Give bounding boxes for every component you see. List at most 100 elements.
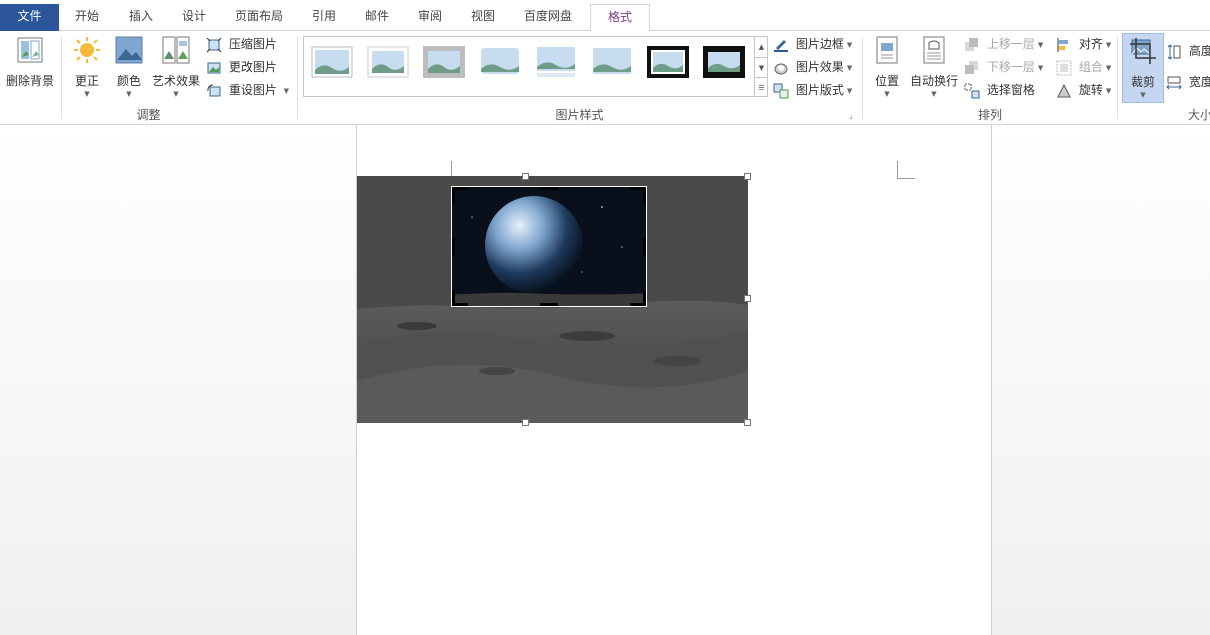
group-label: 组合 bbox=[1078, 60, 1103, 74]
resize-handle-right[interactable] bbox=[744, 295, 751, 302]
change-picture-label: 更改图片 bbox=[228, 60, 277, 74]
remove-background-icon bbox=[17, 37, 43, 63]
rotate-button[interactable]: 旋转 ▼ bbox=[1056, 80, 1111, 100]
align-label: 对齐 bbox=[1078, 37, 1103, 51]
send-backward-button[interactable]: 下移一层 ▼ bbox=[964, 57, 1043, 77]
style-thumbnail-3[interactable] bbox=[422, 45, 466, 79]
resize-handle-top-right[interactable] bbox=[744, 173, 751, 180]
group-label-size: 大小 bbox=[1188, 108, 1210, 122]
corrections-button[interactable]: 更正 ▼ bbox=[70, 35, 104, 99]
ribbon-tab-bar: 文件 开始 插入 设计 页面布局 引用 邮件 审阅 视图 百度网盘 格式 bbox=[0, 0, 1210, 32]
gallery-scroll-down[interactable]: ▼ bbox=[754, 57, 768, 77]
gallery-scroll-up[interactable]: ▲ bbox=[754, 37, 768, 57]
resize-handle-bottom-right[interactable] bbox=[744, 419, 751, 426]
chevron-down-icon: ▼ bbox=[126, 90, 132, 98]
crop-handle-top-left[interactable] bbox=[452, 187, 455, 203]
crop-handle-bottom-right[interactable] bbox=[643, 290, 646, 306]
tab-mailings[interactable]: 邮件 bbox=[354, 4, 400, 30]
style-thumbnail-7[interactable] bbox=[646, 45, 690, 79]
position-button[interactable]: 位置 ▼ bbox=[869, 35, 905, 99]
picture-styles-gallery: ▲ ▼ ☰ bbox=[303, 36, 768, 97]
dialog-launcher-icon[interactable]: ⌟ bbox=[849, 111, 853, 120]
remove-background-label: 删除背景 bbox=[5, 74, 54, 88]
chevron-down-icon: ▼ bbox=[931, 90, 937, 98]
align-button[interactable]: 对齐 ▼ bbox=[1056, 34, 1111, 54]
page-corner-mark bbox=[897, 161, 915, 179]
chevron-down-icon[interactable]: ▼ bbox=[284, 87, 289, 95]
picture-layout-label: 图片版式 bbox=[795, 83, 844, 97]
reset-picture-icon bbox=[207, 83, 221, 96]
width-label: 宽度 bbox=[1188, 75, 1210, 89]
width-field[interactable]: 宽度 bbox=[1166, 72, 1210, 92]
tab-home[interactable]: 开始 bbox=[64, 4, 110, 30]
chevron-down-icon: ▼ bbox=[173, 90, 179, 98]
picture-color-icon bbox=[115, 36, 143, 64]
chevron-down-icon: ▼ bbox=[1105, 86, 1112, 95]
resize-handle-bottom[interactable] bbox=[522, 419, 529, 426]
chevron-down-icon: ▼ bbox=[846, 86, 853, 95]
color-button[interactable]: 颜色 ▼ bbox=[112, 35, 146, 99]
reset-picture-label: 重设图片 bbox=[228, 83, 277, 97]
crop-handle-top-right[interactable] bbox=[643, 187, 646, 203]
artistic-effects-label: 艺术效果 bbox=[151, 74, 200, 88]
selection-pane-label: 选择窗格 bbox=[986, 83, 1035, 97]
tab-design[interactable]: 设计 bbox=[171, 4, 217, 30]
chevron-down-icon: ▼ bbox=[84, 90, 90, 98]
tab-review[interactable]: 审阅 bbox=[407, 4, 453, 30]
picture-effects-label: 图片效果 bbox=[795, 60, 844, 74]
style-thumbnail-1[interactable] bbox=[310, 45, 354, 79]
artistic-effects-icon bbox=[162, 36, 190, 64]
wrap-text-icon bbox=[923, 36, 945, 64]
position-label: 位置 bbox=[874, 74, 899, 88]
compress-pictures-button[interactable]: 压缩图片 bbox=[206, 34, 277, 54]
tab-baidu-netdisk[interactable]: 百度网盘 bbox=[514, 4, 582, 30]
chevron-down-icon: ▼ bbox=[1105, 63, 1112, 72]
group-button[interactable]: 组合 ▼ bbox=[1056, 57, 1111, 77]
crop-handle-bottom-left[interactable] bbox=[452, 290, 455, 306]
crop-handle-top[interactable] bbox=[540, 187, 558, 190]
bring-forward-icon bbox=[965, 37, 978, 51]
chevron-down-icon: ▼ bbox=[846, 40, 853, 49]
crop-handle-bottom[interactable] bbox=[540, 303, 558, 306]
sun-icon bbox=[74, 37, 100, 63]
chevron-down-icon: ▼ bbox=[884, 90, 890, 98]
gallery-more[interactable]: ☰ bbox=[754, 77, 768, 97]
picture-layout-button[interactable]: 图片版式 ▼ bbox=[773, 80, 852, 100]
tab-view[interactable]: 视图 bbox=[460, 4, 506, 30]
reset-picture-button[interactable]: 重设图片 ▼ bbox=[206, 80, 289, 100]
style-thumbnail-4[interactable] bbox=[478, 45, 522, 79]
tab-file[interactable]: 文件 bbox=[0, 4, 59, 31]
selection-pane-button[interactable]: 选择窗格 bbox=[964, 80, 1035, 100]
crop-handle-left[interactable] bbox=[452, 238, 455, 256]
tab-format[interactable]: 格式 bbox=[590, 4, 650, 32]
wrap-text-button[interactable]: 自动换行 ▼ bbox=[909, 35, 959, 99]
tab-page-layout[interactable]: 页面布局 bbox=[226, 4, 292, 30]
effects-icon bbox=[774, 63, 788, 74]
bring-forward-button[interactable]: 上移一层 ▼ bbox=[964, 34, 1043, 54]
picture-effects-button[interactable]: 图片效果 ▼ bbox=[773, 57, 852, 77]
crop-selection-region[interactable] bbox=[451, 186, 647, 307]
rotate-icon bbox=[1057, 83, 1071, 97]
group-label-adjust: 调整 bbox=[136, 108, 161, 122]
tab-insert[interactable]: 插入 bbox=[118, 4, 164, 30]
style-thumbnail-2[interactable] bbox=[366, 45, 410, 79]
height-field[interactable]: 高度 bbox=[1166, 41, 1210, 61]
style-thumbnail-5[interactable] bbox=[534, 45, 578, 79]
wrap-text-label: 自动换行 bbox=[909, 74, 958, 88]
tab-references[interactable]: 引用 bbox=[301, 4, 347, 30]
remove-background-button[interactable]: 删除背景 bbox=[4, 35, 56, 89]
crop-button[interactable]: 裁剪 ▼ bbox=[1122, 33, 1164, 103]
crop-label: 裁剪 bbox=[1130, 75, 1155, 89]
style-thumbnail-6[interactable] bbox=[590, 45, 634, 79]
picture-border-label: 图片边框 bbox=[795, 37, 844, 51]
resize-handle-top[interactable] bbox=[522, 173, 529, 180]
crop-handle-right[interactable] bbox=[643, 238, 646, 256]
style-thumbnail-8[interactable] bbox=[702, 45, 746, 79]
picture-border-button[interactable]: 图片边框 ▼ bbox=[773, 34, 852, 54]
artistic-effects-button[interactable]: 艺术效果 ▼ bbox=[151, 35, 201, 99]
chevron-down-icon: ▼ bbox=[1140, 91, 1146, 99]
change-picture-button[interactable]: 更改图片 bbox=[206, 57, 277, 77]
selection-pane-icon bbox=[964, 83, 980, 98]
compress-pictures-label: 压缩图片 bbox=[228, 37, 277, 51]
height-icon bbox=[1167, 43, 1181, 60]
